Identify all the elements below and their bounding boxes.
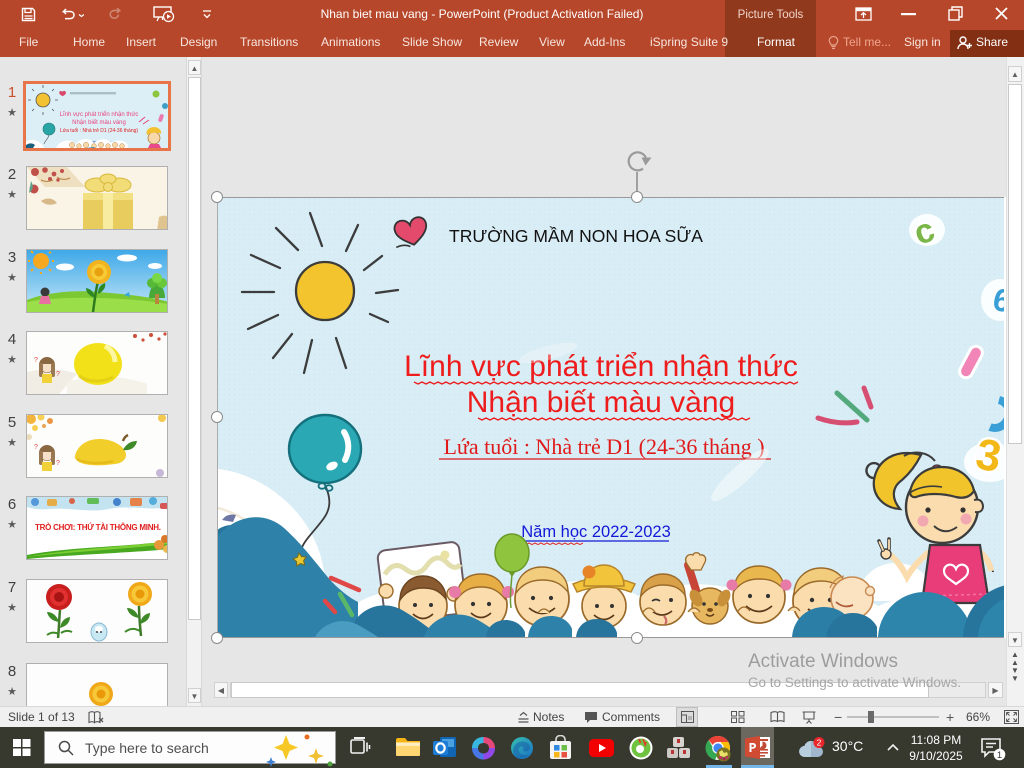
svg-text:Năm học 2022-2023: Năm học 2022-2023 bbox=[521, 523, 671, 541]
svg-text:?: ? bbox=[34, 444, 38, 451]
svg-text:?: ? bbox=[34, 357, 38, 364]
svg-text:Lứa tuổi : Nhà trẻ D1 (24-36 t: Lứa tuổi : Nhà trẻ D1 (24-36 tháng ) bbox=[443, 434, 764, 459]
svg-text:2: 2 bbox=[817, 737, 822, 747]
svg-text:1: 1 bbox=[997, 750, 1002, 761]
svg-text:TRƯỜNG MẦM NON HOA SỮA: TRƯỜNG MẦM NON HOA SỮA bbox=[449, 225, 703, 246]
svg-text:Lứa tuổi : Nhà trẻ D1 (24-36 t: Lứa tuổi : Nhà trẻ D1 (24-36 tháng) bbox=[60, 127, 138, 134]
svg-text:Lĩnh vực phát triển nhận thức: Lĩnh vực phát triển nhận thức bbox=[60, 111, 139, 118]
svg-text:?: ? bbox=[56, 460, 60, 467]
svg-text:Nhận biết màu vàng: Nhận biết màu vàng bbox=[72, 120, 126, 126]
svg-text:Nhận biết màu vàng: Nhận biết màu vàng bbox=[467, 386, 736, 419]
svg-text:?: ? bbox=[56, 371, 60, 378]
svg-text:Lĩnh vực phát triển nhận thức: Lĩnh vực phát triển nhận thức bbox=[404, 350, 798, 383]
svg-text:TRÒ CHƠI: THỨ TÀI THÔNG MINH.: TRÒ CHƠI: THỨ TÀI THÔNG MINH. bbox=[35, 523, 161, 532]
